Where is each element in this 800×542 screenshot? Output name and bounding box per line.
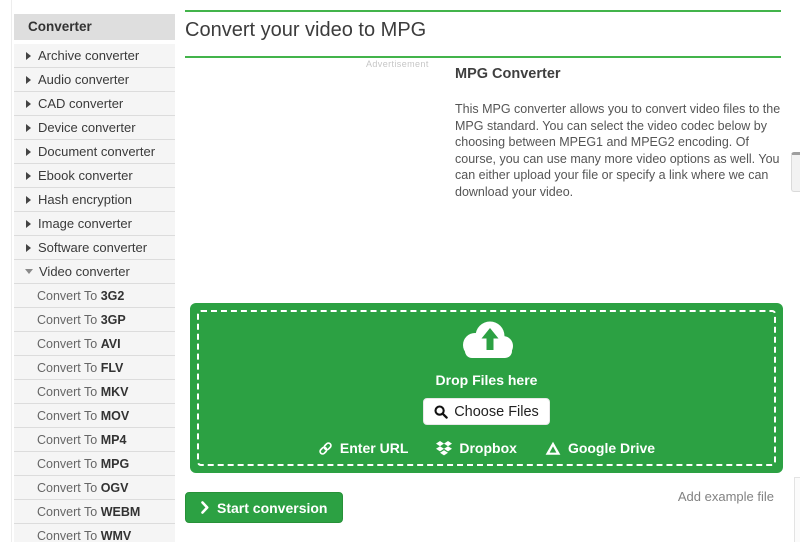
upload-source-row: Enter URL Dropbox Google Drive xyxy=(318,440,655,456)
start-conversion-label: Start conversion xyxy=(217,500,327,516)
sidebar-category-list: Archive converter Audio converter CAD co… xyxy=(14,44,175,284)
caret-right-icon xyxy=(26,148,31,156)
sidebar-item-cad-converter[interactable]: CAD converter xyxy=(14,92,175,116)
main-content: Convert your video to MPG Advertisement … xyxy=(185,0,783,542)
sidebar-item-convert-to-3gp[interactable]: Convert To 3GP xyxy=(14,308,175,332)
sidebar-item-archive-converter[interactable]: Archive converter xyxy=(14,44,175,68)
sidebar-item-ebook-converter[interactable]: Ebook converter xyxy=(14,164,175,188)
caret-right-icon xyxy=(26,52,31,60)
dropbox-button[interactable]: Dropbox xyxy=(436,440,517,456)
sidebar-item-convert-to-ogv[interactable]: Convert To OGV xyxy=(14,476,175,500)
dropbox-icon xyxy=(436,441,452,456)
sidebar-subitem-list: Convert To 3G2 Convert To 3GP Convert To… xyxy=(14,284,175,542)
caret-right-icon xyxy=(26,220,31,228)
choose-files-button[interactable]: Choose Files xyxy=(423,398,550,425)
page-title: Convert your video to MPG xyxy=(185,19,426,42)
file-dropzone[interactable]: Drop Files here Choose Files Enter URL xyxy=(190,303,783,473)
sidebar-item-convert-to-3g2[interactable]: Convert To 3G2 xyxy=(14,284,175,308)
advertisement-label: Advertisement xyxy=(366,59,429,69)
caret-right-icon xyxy=(26,124,31,132)
caret-down-icon xyxy=(25,269,33,274)
converter-description-heading: MPG Converter xyxy=(455,66,787,82)
search-icon xyxy=(434,405,448,419)
add-example-file-link[interactable]: Add example file xyxy=(678,489,774,504)
sidebar-item-software-converter[interactable]: Software converter xyxy=(14,236,175,260)
caret-right-icon xyxy=(26,172,31,180)
chevron-right-icon xyxy=(201,501,209,514)
converter-sidebar: Converter Archive converter Audio conver… xyxy=(14,14,175,542)
converter-description: MPG Converter This MPG converter allows … xyxy=(455,66,787,201)
caret-right-icon xyxy=(26,244,31,252)
sidebar-item-convert-to-mov[interactable]: Convert To MOV xyxy=(14,404,175,428)
link-icon xyxy=(318,441,333,456)
sidebar-item-convert-to-wmv[interactable]: Convert To WMV xyxy=(14,524,175,542)
google-drive-button[interactable]: Google Drive xyxy=(545,440,655,456)
sidebar-item-convert-to-flv[interactable]: Convert To FLV xyxy=(14,356,175,380)
sidebar-item-convert-to-mpg[interactable]: Convert To MPG xyxy=(14,452,175,476)
sidebar-header: Converter xyxy=(14,14,175,40)
sidebar-item-video-converter[interactable]: Video converter xyxy=(14,260,175,284)
sidebar-item-convert-to-avi[interactable]: Convert To AVI xyxy=(14,332,175,356)
cloud-upload-icon xyxy=(459,319,515,359)
choose-files-label: Choose Files xyxy=(454,404,539,420)
caret-right-icon xyxy=(26,76,31,84)
drop-files-label: Drop Files here xyxy=(436,372,538,388)
caret-right-icon xyxy=(26,196,31,204)
converter-description-text: This MPG converter allows you to convert… xyxy=(455,101,787,201)
sidebar-item-convert-to-mp4[interactable]: Convert To MP4 xyxy=(14,428,175,452)
sidebar-item-device-converter[interactable]: Device converter xyxy=(14,116,175,140)
caret-right-icon xyxy=(26,100,31,108)
enter-url-button[interactable]: Enter URL xyxy=(318,440,408,456)
sidebar-item-image-converter[interactable]: Image converter xyxy=(14,212,175,236)
title-underline xyxy=(185,56,781,58)
start-conversion-button[interactable]: Start conversion xyxy=(185,492,343,523)
sidebar-item-hash-encryption[interactable]: Hash encryption xyxy=(14,188,175,212)
sidebar-item-convert-to-webm[interactable]: Convert To WEBM xyxy=(14,500,175,524)
google-drive-icon xyxy=(545,441,561,456)
sidebar-item-document-converter[interactable]: Document converter xyxy=(14,140,175,164)
sidebar-item-audio-converter[interactable]: Audio converter xyxy=(14,68,175,92)
right-edge-tab xyxy=(791,152,800,192)
top-divider xyxy=(185,10,781,12)
right-edge-fragment xyxy=(794,477,800,542)
sidebar-item-convert-to-mkv[interactable]: Convert To MKV xyxy=(14,380,175,404)
page-left-divider xyxy=(11,0,12,542)
